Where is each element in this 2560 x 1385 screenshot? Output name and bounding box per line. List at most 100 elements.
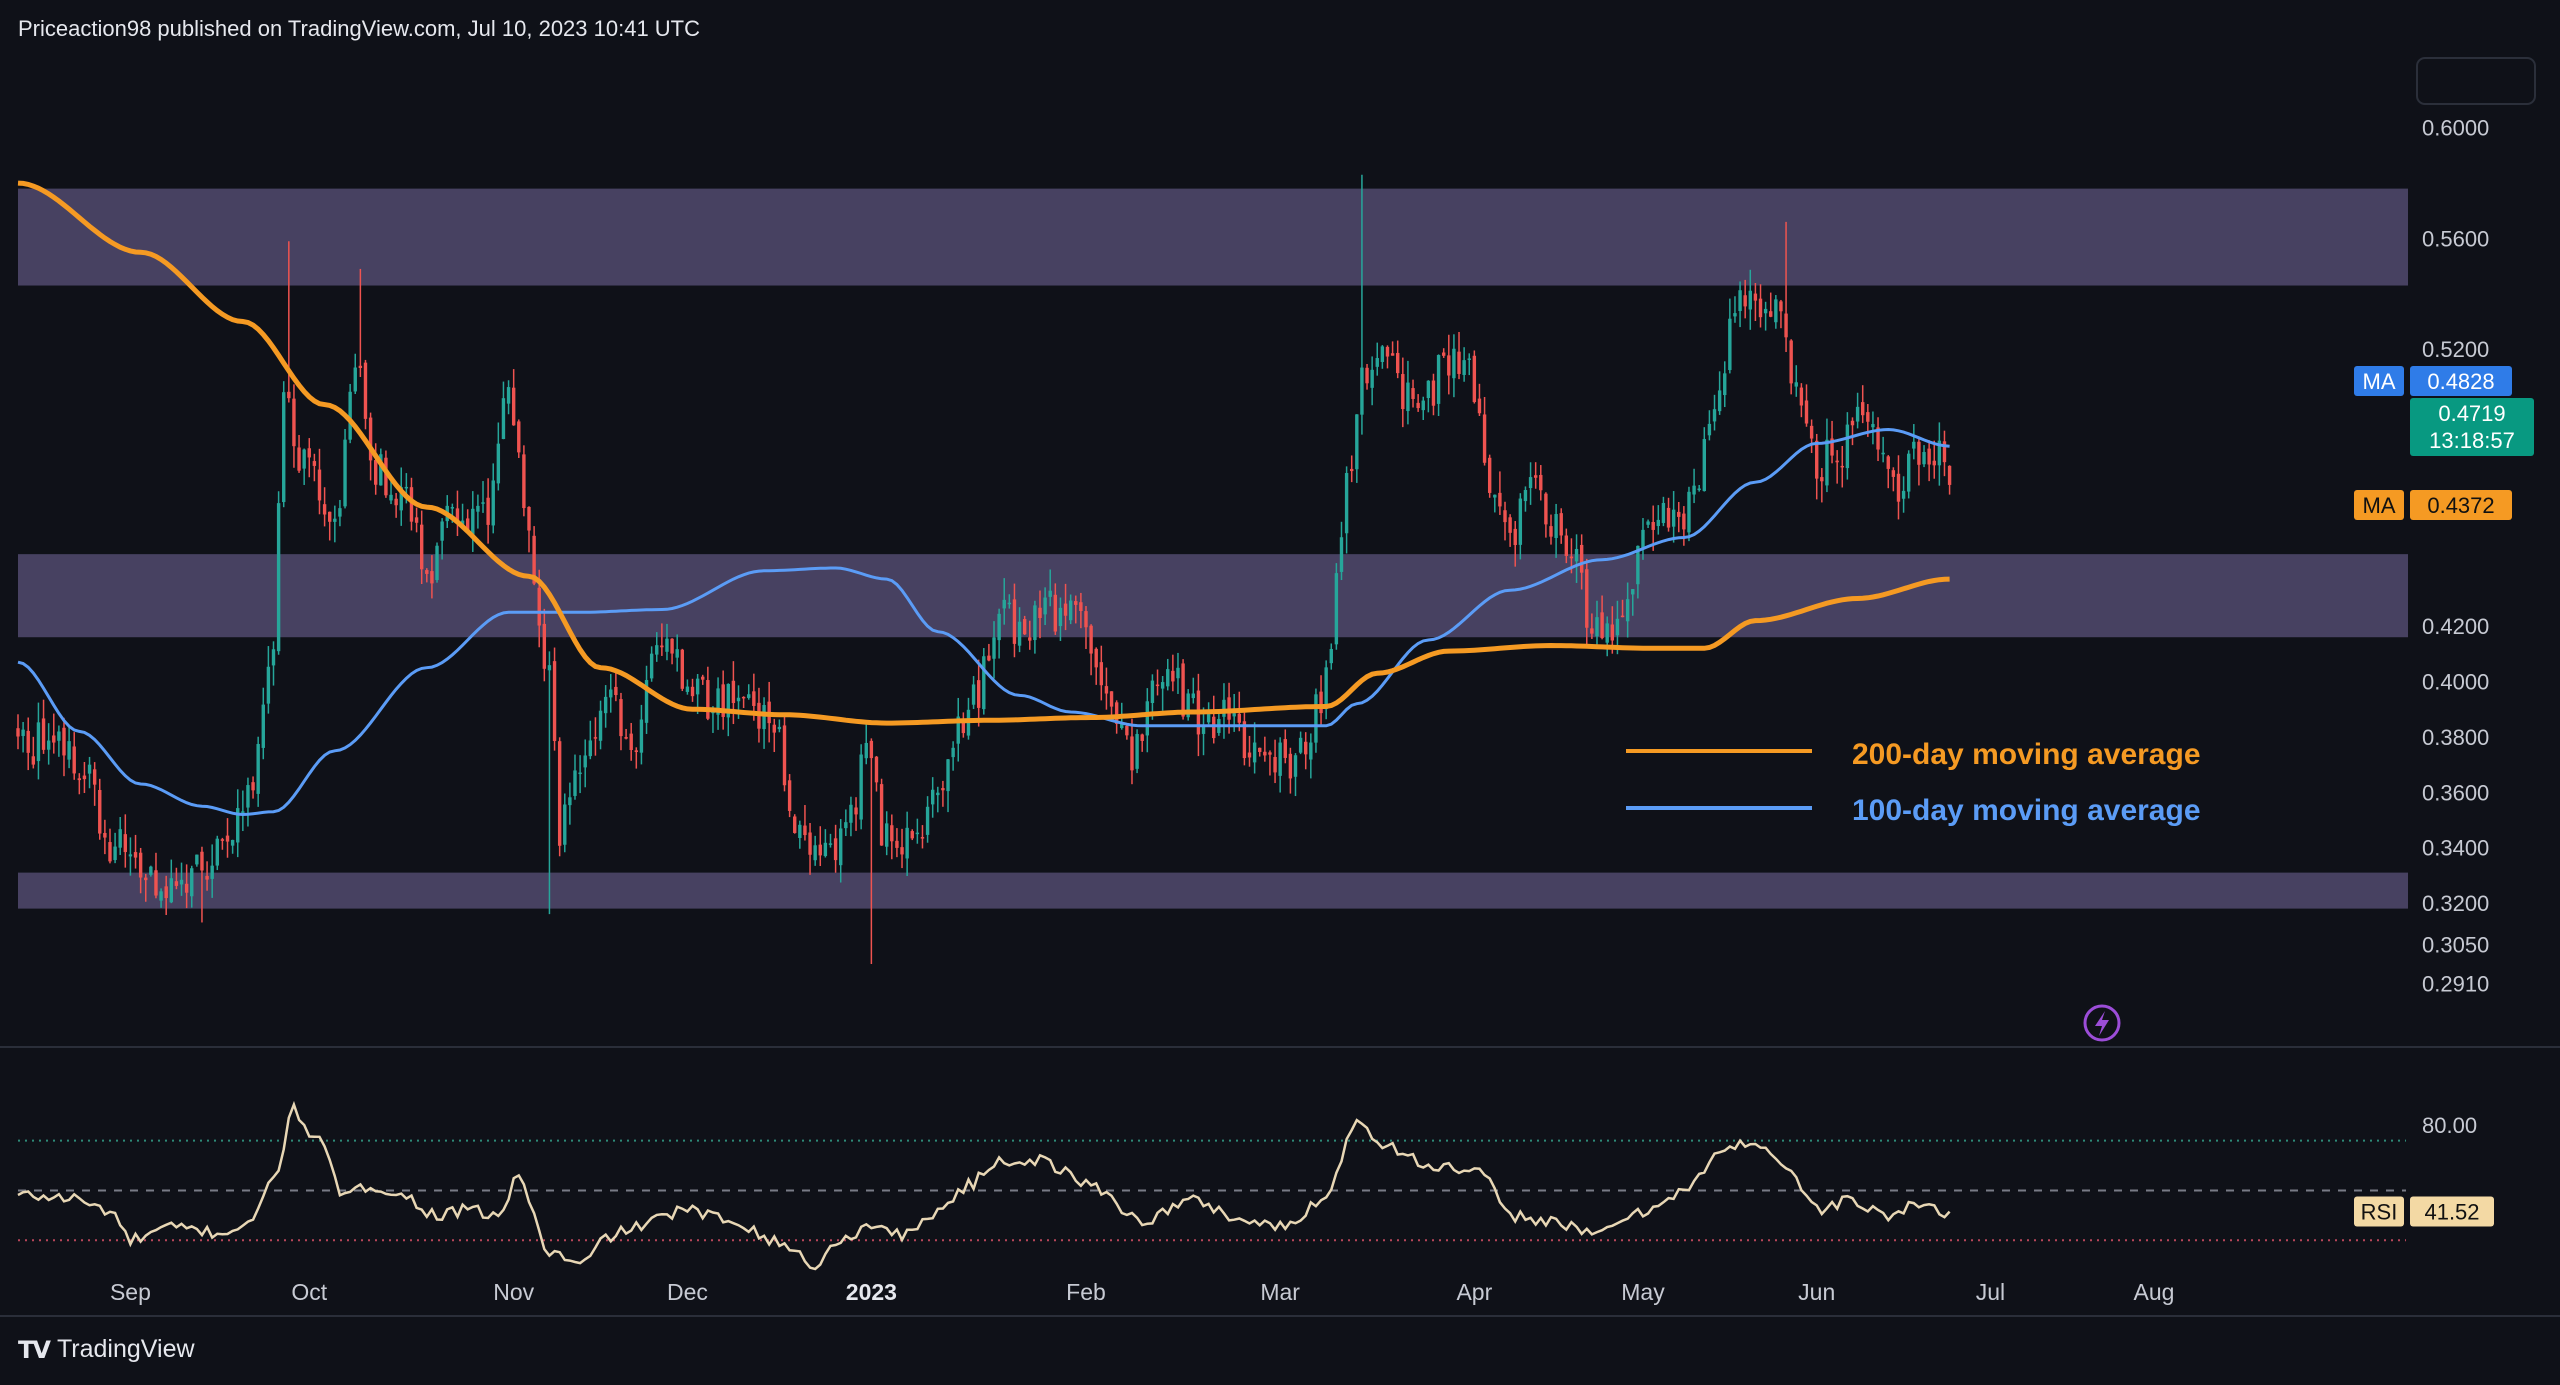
price-axis-tick: 0.3800	[2422, 725, 2489, 750]
candle	[1539, 465, 1543, 501]
candle	[777, 719, 782, 733]
candle	[1145, 688, 1150, 753]
candle	[1697, 484, 1701, 492]
candle	[1339, 521, 1344, 581]
candle	[16, 714, 20, 750]
lightning-icon[interactable]	[2083, 1004, 2121, 1042]
candle	[639, 704, 644, 765]
tradingview-brand[interactable]: TV TradingView	[18, 1335, 195, 1364]
rsi-badge-value: 41.52	[2424, 1200, 2479, 1225]
ma100-badge-value: 0.4828	[2427, 369, 2494, 394]
candle	[476, 494, 480, 529]
candle	[609, 674, 613, 713]
candle	[1528, 462, 1533, 505]
candle	[741, 696, 746, 708]
candle	[343, 428, 347, 509]
candle	[1099, 645, 1104, 701]
candle	[1518, 493, 1523, 560]
candle	[1871, 411, 1875, 445]
legend-label-ma100: 100-day moving average	[1852, 794, 2201, 827]
candle	[971, 676, 976, 709]
candle	[573, 754, 577, 800]
candle	[1416, 394, 1420, 412]
candle	[118, 816, 122, 855]
candle	[338, 499, 342, 527]
price-axis-tick: 0.3600	[2422, 780, 2489, 805]
candle	[787, 774, 792, 818]
candle	[1912, 424, 1916, 460]
candle	[1365, 363, 1369, 390]
ma200-badge: MA 0.4372	[2354, 490, 2512, 520]
candle	[951, 741, 955, 771]
candle	[762, 697, 766, 749]
candle	[670, 638, 674, 665]
price-axis[interactable]: 0.6000 0.5600 0.5200 0.4200 0.4000 0.3800 0.36…	[2422, 116, 2489, 997]
candle	[1712, 394, 1717, 431]
candle	[1743, 279, 1747, 319]
candle	[1544, 492, 1548, 538]
candle	[747, 684, 751, 700]
candle	[220, 837, 225, 850]
rsi-badge: RSI 41.52	[2354, 1196, 2494, 1227]
candle	[481, 481, 485, 513]
candle	[328, 511, 332, 541]
candle	[1457, 331, 1461, 380]
candle	[925, 796, 930, 843]
chart-canvas[interactable]: 0.6000 0.5600 0.5200 0.4200 0.4000 0.3800 0.36…	[0, 0, 2560, 1385]
candle	[716, 677, 720, 730]
price-axis-tick: 0.3200	[2422, 891, 2489, 916]
candle	[997, 608, 1001, 659]
candle	[1901, 476, 1906, 513]
lower-support-zone	[18, 872, 2408, 909]
candle	[1268, 750, 1272, 776]
candle	[1789, 339, 1793, 395]
candle	[21, 721, 25, 753]
ma200-badge-label: MA	[2363, 493, 2396, 518]
candle	[1881, 436, 1885, 463]
candle	[941, 780, 945, 807]
candle	[1094, 647, 1098, 685]
candle	[1753, 283, 1758, 322]
candle	[833, 824, 838, 873]
candle	[956, 697, 960, 762]
candle	[1447, 334, 1451, 395]
candle	[1661, 496, 1666, 527]
candle	[297, 434, 301, 473]
candle	[568, 782, 572, 825]
candle	[603, 685, 608, 728]
candle	[1850, 417, 1855, 446]
candle	[1947, 465, 1952, 495]
candle	[133, 834, 138, 869]
time-axis-tick: Nov	[493, 1279, 534, 1305]
candle	[225, 818, 230, 858]
candle	[1477, 383, 1482, 416]
candle	[455, 490, 460, 537]
candle	[1559, 508, 1563, 544]
candle	[936, 786, 940, 813]
candle	[435, 542, 439, 583]
scale-settings-box[interactable]	[2416, 57, 2536, 105]
time-axis[interactable]: Sep Oct Nov Dec 2023 Feb Mar Apr May Jun Jul Aug	[110, 1279, 2174, 1305]
candle	[527, 506, 531, 553]
candle	[1033, 600, 1037, 654]
time-axis-tick: Jun	[1798, 1279, 1835, 1305]
price-axis-tick: 0.4000	[2422, 670, 2489, 695]
candle	[675, 634, 679, 672]
price-badge-countdown: 13:18:57	[2429, 428, 2515, 453]
candle	[394, 493, 398, 518]
candle	[598, 700, 603, 750]
price-badge: 0.4719 13:18:57	[2410, 398, 2534, 456]
candle	[522, 445, 526, 517]
candle	[1191, 677, 1195, 704]
candle	[982, 648, 986, 715]
upper-resistance-zone	[18, 188, 2408, 286]
candle	[26, 717, 30, 771]
candle	[1462, 347, 1466, 382]
price-axis-tick: 0.2910	[2422, 971, 2489, 996]
rsi-line	[17, 1100, 1951, 1271]
candle	[41, 699, 46, 754]
candle	[1436, 354, 1441, 416]
candle	[1666, 497, 1671, 532]
candle	[236, 789, 240, 858]
candle	[517, 419, 521, 458]
